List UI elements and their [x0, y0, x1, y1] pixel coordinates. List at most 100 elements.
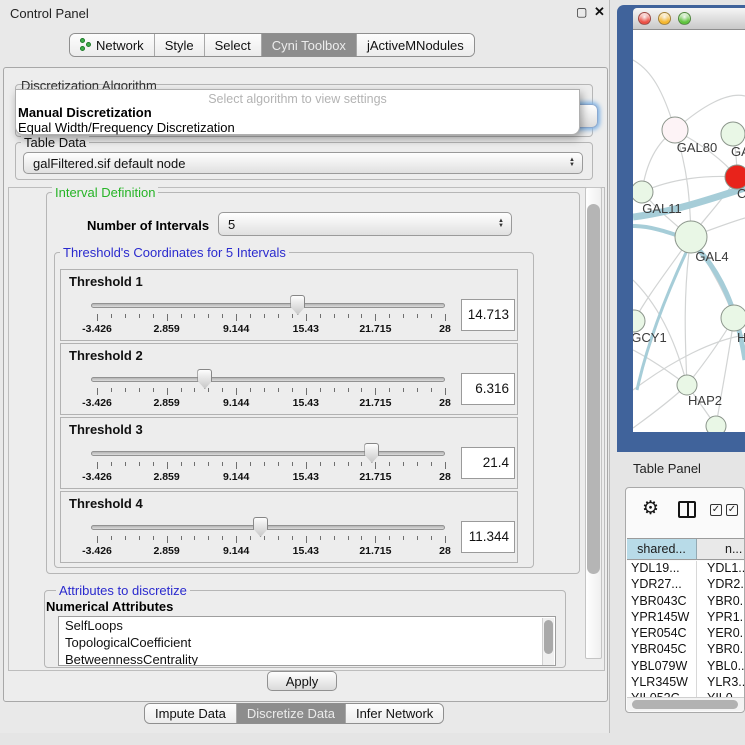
tick-mark: [348, 388, 349, 392]
tick-label: -3.426: [82, 545, 112, 557]
tab-network[interactable]: Network: [70, 34, 155, 56]
threshold-1-slider-handle[interactable]: [290, 295, 305, 315]
threshold-1-value-field[interactable]: 14.713: [461, 299, 515, 331]
cell-name[interactable]: YDL1...: [697, 561, 745, 577]
panel-scrollbar[interactable]: [585, 187, 602, 659]
table-panel-title: Table Panel: [633, 461, 701, 476]
table-scrollbar-thumb[interactable]: [632, 700, 738, 709]
table-row[interactable]: YLR345WYLR3...: [627, 675, 745, 691]
threshold-panel-3: Threshold 3 -3.4262.8599.14415.4321.7152…: [60, 417, 518, 489]
threshold-2-label: Threshold 2: [69, 348, 143, 363]
attribute-list-item[interactable]: TopologicalCoefficient: [59, 634, 555, 651]
table-row[interactable]: YDL19...YDL1...: [627, 561, 745, 577]
tick-mark: [306, 462, 307, 469]
tick-mark: [431, 314, 432, 318]
table-row[interactable]: YER054CYER0...: [627, 626, 745, 642]
network-node[interactable]: [633, 181, 653, 203]
table-row[interactable]: YBR043CYBR0...: [627, 594, 745, 610]
close-icon[interactable]: ✕: [594, 4, 605, 20]
threshold-2-slider-handle[interactable]: [197, 369, 212, 389]
cell-shared-name[interactable]: YPR145W: [627, 610, 697, 626]
screen: Control Panel ▢ ✕ Network Style Select C…: [0, 0, 745, 745]
column-header-name[interactable]: n...: [697, 539, 745, 559]
cell-shared-name[interactable]: YBR043C: [627, 594, 697, 610]
tab-infer-network[interactable]: Infer Network: [346, 704, 443, 723]
tick-mark: [348, 536, 349, 540]
network-canvas[interactable]: GAL80GACGAL11GAL4GCY1HHAP2: [633, 30, 745, 432]
tick-mark: [278, 462, 279, 466]
tab-select[interactable]: Select: [205, 34, 262, 56]
table-row[interactable]: YBL079WYBL0...: [627, 659, 745, 675]
checked-checkbox-icon[interactable]: ✓: [726, 504, 738, 516]
number-of-intervals-value: 5: [228, 217, 235, 232]
close-traffic-light[interactable]: [638, 12, 651, 25]
table-header-row: shared... n...: [627, 538, 745, 560]
network-node[interactable]: [721, 122, 745, 146]
tab-cyni-toolbox[interactable]: Cyni Toolbox: [262, 34, 357, 56]
cell-name[interactable]: YDR2...: [697, 577, 745, 593]
threshold-2-slider-track[interactable]: [91, 377, 445, 382]
cell-shared-name[interactable]: YDR27...: [627, 577, 697, 593]
numerical-attributes-list[interactable]: SelfLoopsTopologicalCoefficientBetweenne…: [58, 616, 556, 666]
cell-name[interactable]: YBR0...: [697, 594, 745, 610]
cell-name[interactable]: YPR1...: [697, 610, 745, 626]
table-row[interactable]: YDR27...YDR2...: [627, 577, 745, 593]
attributes-scrollbar-thumb[interactable]: [544, 620, 553, 654]
split-columns-icon[interactable]: [678, 501, 696, 518]
network-node[interactable]: [633, 310, 645, 332]
network-node[interactable]: [706, 416, 726, 432]
table-row[interactable]: YPR145WYPR1...: [627, 610, 745, 626]
threshold-3-value-field[interactable]: 21.4: [461, 447, 515, 479]
cell-name[interactable]: YER0...: [697, 626, 745, 642]
tab-discretize-data[interactable]: Discretize Data: [237, 704, 346, 723]
threshold-2-value-field[interactable]: 6.316: [461, 373, 515, 405]
tick-mark: [167, 536, 168, 543]
tick-mark: [222, 388, 223, 392]
tab-impute-data[interactable]: Impute Data: [145, 704, 237, 723]
tick-mark: [125, 462, 126, 466]
table-row[interactable]: YBR045CYBR0...: [627, 642, 745, 658]
cell-shared-name[interactable]: YBL079W: [627, 659, 697, 675]
table-data-combo[interactable]: galFiltered.sif default node ▲▼: [23, 152, 583, 174]
threshold-panel-1: Threshold 1 -3.4262.8599.14415.4321.7152…: [60, 269, 518, 341]
threshold-4-slider-handle[interactable]: [253, 517, 268, 537]
threshold-3-slider-handle[interactable]: [364, 443, 379, 463]
attributes-scrollbar[interactable]: [542, 618, 554, 666]
tick-mark: [222, 314, 223, 318]
tab-jactivemnodules[interactable]: jActiveMNodules: [357, 34, 474, 56]
network-node[interactable]: [677, 375, 697, 395]
float-window-icon[interactable]: ▢: [576, 5, 587, 19]
cell-shared-name[interactable]: YBR045C: [627, 642, 697, 658]
cell-name[interactable]: YBL0...: [697, 659, 745, 675]
network-node[interactable]: [721, 305, 745, 331]
tick-mark: [445, 314, 446, 321]
dropdown-option-manual[interactable]: Manual Discretization: [18, 105, 152, 120]
zoom-traffic-light[interactable]: [678, 12, 691, 25]
tick-label: 15.43: [293, 471, 319, 483]
cell-shared-name[interactable]: YER054C: [627, 626, 697, 642]
cell-shared-name[interactable]: YDL19...: [627, 561, 697, 577]
threshold-1-slider-track[interactable]: [91, 303, 445, 308]
dropdown-option-equal-width[interactable]: Equal Width/Frequency Discretization: [18, 120, 235, 135]
cell-name[interactable]: YBR0...: [697, 642, 745, 658]
network-window-titlebar[interactable]: [633, 8, 745, 30]
tick-mark: [181, 388, 182, 392]
cell-shared-name[interactable]: YLR345W: [627, 675, 697, 691]
table-horizontal-scrollbar[interactable]: [627, 697, 745, 711]
panel-scrollbar-thumb[interactable]: [587, 204, 600, 574]
column-header-shared[interactable]: shared...: [627, 539, 697, 559]
threshold-4-value-field[interactable]: 11.344: [461, 521, 515, 553]
tick-mark: [375, 314, 376, 321]
checked-checkbox-icon[interactable]: ✓: [710, 504, 722, 516]
attribute-list-item[interactable]: SelfLoops: [59, 617, 555, 634]
tick-label: 9.144: [223, 397, 249, 409]
cell-name[interactable]: YLR3...: [697, 675, 745, 691]
threshold-3-slider-track[interactable]: [91, 451, 445, 456]
attribute-list-item[interactable]: BetweennessCentrality: [59, 651, 555, 666]
tab-style[interactable]: Style: [155, 34, 205, 56]
minimize-traffic-light[interactable]: [658, 12, 671, 25]
gear-icon[interactable]: ⚙: [642, 497, 659, 520]
tick-mark: [389, 314, 390, 318]
number-of-intervals-combo[interactable]: 5 ▲▼: [218, 212, 512, 236]
apply-button[interactable]: Apply: [267, 671, 337, 691]
